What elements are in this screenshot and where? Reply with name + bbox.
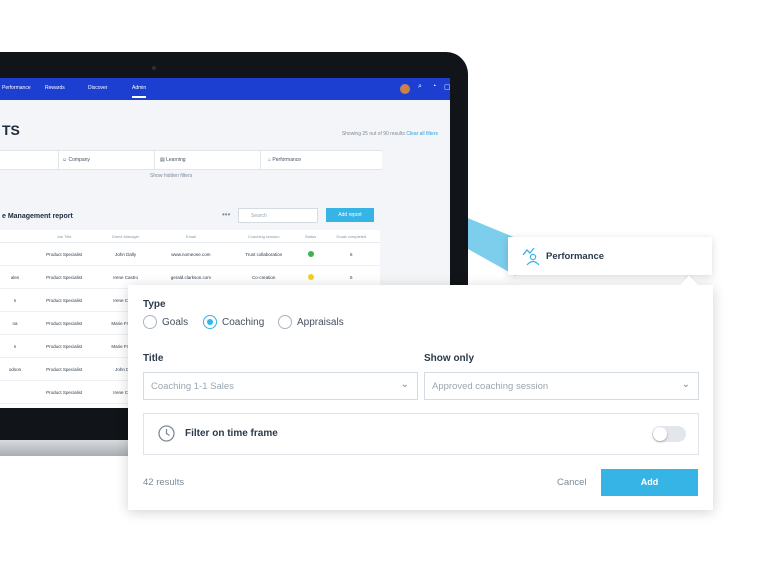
column-header — [0, 230, 30, 243]
radio-circle[interactable] — [143, 315, 157, 329]
filter-tab-learning[interactable]: ▤ Learning — [160, 157, 186, 163]
top-navbar: Performance Rewards Discover Admin ⌕ ◔ ▢ — [0, 78, 450, 100]
camera — [152, 66, 156, 70]
radio-circle-selected[interactable] — [203, 315, 217, 329]
filter-tab-company[interactable]: ☺ Company — [62, 157, 90, 163]
chevron-down-icon: ⌄ — [681, 379, 690, 390]
filter-tab-label: Performance — [272, 157, 302, 163]
type-label: Type — [143, 299, 166, 310]
table-cell-name: na — [0, 311, 30, 335]
title-select[interactable]: Coaching 1-1 Sales ⌄ — [143, 372, 418, 400]
performance-tag-card[interactable]: Performance — [508, 237, 712, 275]
time-frame-label: Filter on time frame — [185, 428, 278, 439]
show-only-select-value: Approved coaching session — [432, 381, 549, 392]
time-frame-toggle[interactable] — [652, 426, 686, 442]
chat-icon[interactable]: ▢ — [444, 83, 450, 93]
table-cell-job: Product Specialist — [30, 265, 99, 289]
status-dot — [307, 273, 314, 280]
more-options-icon[interactable]: ••• — [222, 210, 230, 219]
table-cell-manager: John Dally — [98, 242, 153, 266]
status-dot — [307, 250, 314, 257]
add-button[interactable]: Add — [601, 469, 698, 496]
time-frame-filter: Filter on time frame — [143, 413, 699, 455]
table-cell-status — [298, 242, 323, 266]
radio-label: Coaching — [222, 317, 265, 328]
radio-label: Goals — [162, 317, 189, 328]
toggle-knob[interactable] — [653, 427, 667, 441]
column-header[interactable]: Job Title — [30, 230, 99, 243]
show-hidden-filters-link[interactable]: Show hidden filters — [150, 173, 192, 179]
table-cell-name — [0, 403, 30, 408]
title-select-value: Coaching 1-1 Sales — [151, 381, 234, 392]
performance-icon — [522, 247, 540, 266]
nav-discover[interactable]: Discover — [88, 85, 107, 91]
table-cell-name: odson — [0, 357, 30, 381]
filter-bar: ☺ Company ▤ Learning ⌂ Performance — [0, 150, 382, 170]
column-header[interactable]: Goals completed — [322, 230, 380, 243]
radio-circle[interactable] — [278, 315, 292, 329]
table-row[interactable]: Product Specialist John Dally www.nomeone.… — [0, 242, 380, 266]
table-cell-job: Product Specialist — [30, 242, 99, 266]
radio-label: Appraisals — [297, 317, 344, 328]
nav-performance[interactable]: Performance — [2, 85, 31, 91]
divider — [154, 151, 155, 169]
title-label: Title — [143, 353, 164, 364]
table-cell-goals: 6 — [322, 242, 380, 266]
divider — [260, 151, 261, 169]
table-cell-job: Product Specialist — [30, 357, 99, 381]
report-title: e Management report — [2, 213, 73, 220]
performance-tag-label: Performance — [546, 251, 605, 262]
table-cell-name: n — [0, 288, 30, 312]
clock-icon — [158, 425, 175, 442]
bell-icon[interactable]: ◔ — [432, 83, 442, 93]
results-count: 42 results — [143, 477, 185, 488]
table-cell-job: Product Specialist — [30, 334, 99, 358]
divider — [58, 151, 59, 169]
table-cell-name: ales — [0, 265, 30, 289]
show-only-select[interactable]: Approved coaching session ⌄ — [424, 372, 699, 400]
add-report-button[interactable]: Add report — [326, 208, 374, 222]
table-cell-job: Product Specialist — [30, 311, 99, 335]
avatar[interactable] — [400, 84, 410, 94]
column-header[interactable]: Status — [298, 230, 323, 243]
show-only-label: Show only — [424, 353, 474, 364]
filter-tab-performance[interactable]: ⌂ Performance — [268, 157, 301, 163]
column-header[interactable]: Direct Manager — [98, 230, 153, 243]
filter-panel: Type Goals Coaching Appraisals Title Sho… — [128, 275, 713, 510]
clear-filters-link[interactable]: Clear all filters — [406, 131, 438, 137]
search-placeholder: Search — [251, 213, 267, 219]
table-cell-session: Trust collaboration — [228, 242, 299, 266]
table-cell-job: Product Specialist — [30, 380, 99, 404]
nav-rewards[interactable]: Rewards — [45, 85, 65, 91]
filter-tab-label: Company — [68, 157, 90, 163]
results-summary: Showing 25 out of 90 results Clear all f… — [342, 131, 438, 137]
column-header[interactable]: Coaching session — [228, 230, 299, 243]
nav-admin[interactable]: Admin — [132, 85, 147, 98]
table-cell-job: Product Specialist — [30, 288, 99, 312]
table-cell-name — [0, 380, 30, 404]
table-cell-job: Product Specialist — [30, 403, 99, 408]
table-cell-name: n — [0, 334, 30, 358]
page-title: TS — [2, 122, 20, 138]
filter-tab-label: Learning — [166, 157, 186, 163]
cancel-button[interactable]: Cancel — [557, 477, 587, 488]
showing-text: Showing 25 out of 90 results — [341, 131, 405, 137]
column-header[interactable]: Email — [152, 230, 229, 243]
search-icon[interactable]: ⌕ — [418, 83, 428, 93]
table-cell-name — [0, 242, 30, 266]
table-cell-email: www.nomeone.com — [152, 242, 229, 266]
chevron-down-icon: ⌄ — [400, 379, 409, 390]
report-search-input[interactable]: Search — [238, 208, 318, 223]
